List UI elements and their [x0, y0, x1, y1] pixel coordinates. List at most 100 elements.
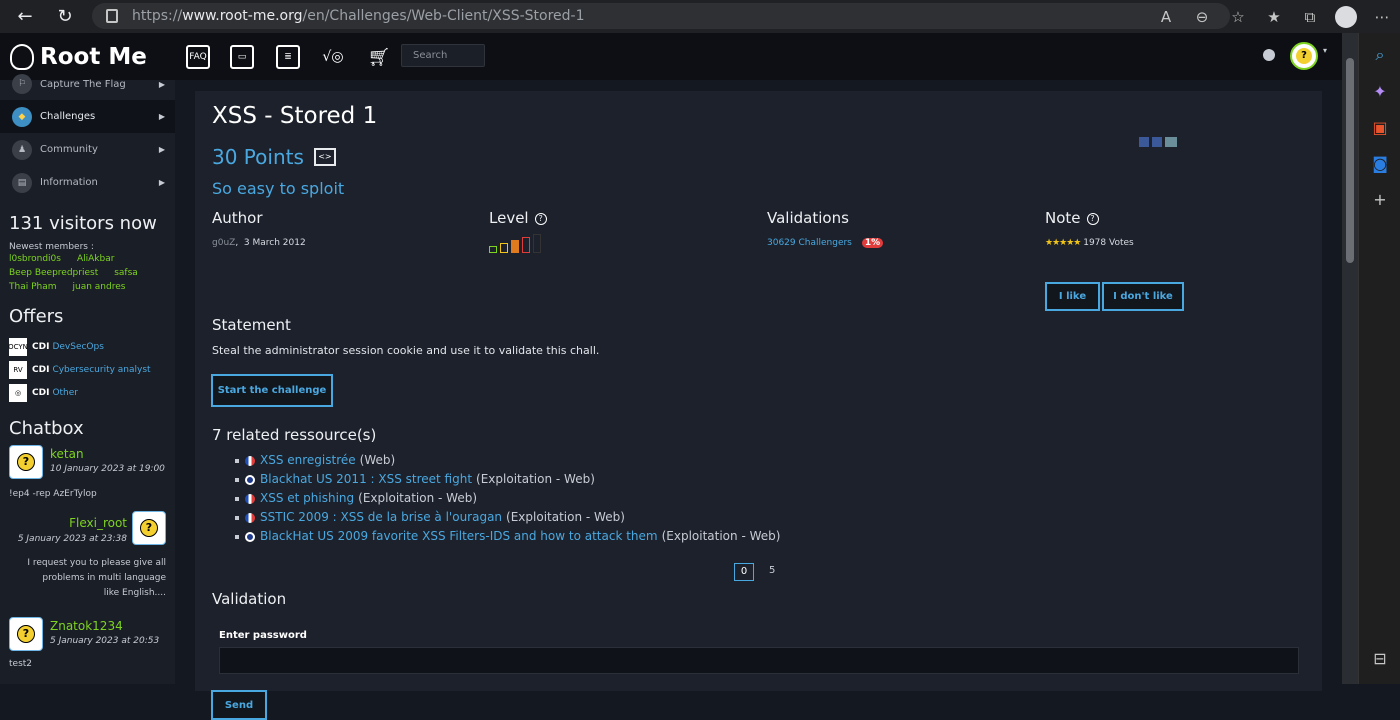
address-bar[interactable]: https://www.root-me.org/en/Challenges/We…	[92, 3, 1230, 29]
help-icon[interactable]: ?	[1086, 212, 1099, 225]
resource-link[interactable]: Blackhat US 2011 : XSS street fight	[260, 470, 472, 489]
sidebar-toggle-icon[interactable]: ⊟	[1359, 640, 1400, 676]
reload-icon[interactable]: ↻	[46, 0, 84, 33]
stats-icon[interactable]: √◎	[321, 45, 345, 69]
chat-author[interactable]: Znatok1234	[50, 619, 123, 633]
scrollbar[interactable]	[1342, 33, 1358, 684]
challenge-panel: XSS - Stored 1 30 Points <> So easy to sp…	[195, 91, 1322, 720]
language-icon[interactable]	[1263, 49, 1275, 61]
dislike-button[interactable]: I don't like	[1102, 282, 1184, 311]
page-title: XSS - Stored 1	[212, 103, 378, 129]
start-challenge-button[interactable]: Start the challenge	[211, 374, 333, 407]
chat-date: 5 January 2023 at 23:38	[17, 534, 127, 544]
copilot-icon[interactable]: ✦	[1359, 73, 1400, 109]
member-link[interactable]: AliAkbar	[77, 252, 114, 266]
resources-heading: 7 related ressource(s)	[212, 426, 377, 444]
sidebar-item-challenges[interactable]: ◆ Challenges ▶	[0, 100, 175, 133]
level-bar	[522, 237, 530, 253]
member-link[interactable]: safsa	[114, 266, 138, 280]
author-link[interactable]: g0uZ	[212, 238, 235, 248]
member-link[interactable]: Thai Pham	[9, 280, 57, 294]
office-icon[interactable]: ▣	[1359, 109, 1400, 145]
offer-type: CDI	[32, 341, 50, 352]
logo-text: Root Me	[40, 43, 147, 70]
page-link[interactable]: 5	[769, 565, 775, 576]
shop-cart-icon[interactable]: 🛒︎	[367, 45, 391, 69]
offer-item[interactable]: RV CDI Cybersecurity analyst	[0, 358, 175, 381]
password-input[interactable]	[219, 647, 1299, 674]
avatar[interactable]: ?	[9, 617, 43, 651]
challengers-link[interactable]: 30629 Challengers	[767, 238, 852, 248]
read-aloud-icon[interactable]: A	[1148, 0, 1184, 33]
validations-info: 30629 Challengers 1%	[767, 238, 884, 248]
scroll-thumb[interactable]	[1346, 58, 1354, 263]
offer-link[interactable]: DevSecOps	[52, 342, 103, 352]
chat-author[interactable]: ketan	[50, 447, 84, 461]
profile-icon[interactable]	[1328, 0, 1364, 33]
list-item: XSS et phishing (Exploitation - Web)	[235, 489, 780, 508]
site-logo[interactable]: Root Me	[0, 33, 175, 80]
challenge-subtitle: So easy to sploit	[212, 179, 345, 198]
votes-count: 1978 Votes	[1083, 238, 1134, 248]
resource-link[interactable]: XSS et phishing	[260, 489, 354, 508]
favorites-icon[interactable]: ★	[1256, 0, 1292, 33]
member-link[interactable]: Beep Beep	[9, 266, 58, 280]
avatar[interactable]: ?	[132, 511, 166, 545]
offer-link[interactable]: Other	[52, 388, 78, 398]
search-input[interactable]: Search	[401, 44, 485, 67]
sidebar-item-information[interactable]: ▤ Information ▶	[0, 166, 175, 199]
send-button[interactable]: Send	[211, 690, 267, 720]
faq-icon[interactable]: FAQ	[186, 45, 210, 69]
offer-link[interactable]: Cybersecurity analyst	[52, 365, 150, 375]
top-navigation: FAQ ▭ ≣ √◎ 🛒︎ Search ? ▾	[175, 33, 1342, 80]
resource-link[interactable]: XSS enregistrée	[260, 451, 356, 470]
level-indicator	[489, 234, 544, 253]
chevron-down-icon[interactable]: ▾	[1323, 46, 1327, 55]
add-favorite-icon[interactable]: ☆	[1220, 0, 1256, 33]
company-logo: OCYN	[8, 337, 28, 356]
resource-category: (Exploitation - Web)	[661, 529, 781, 543]
resource-link[interactable]: BlackHat US 2009 favorite XSS Filters-ID…	[260, 527, 658, 546]
site: Root Me ⚐ Capture The Flag ▶ ◆ Challenges ▶ …	[0, 33, 1342, 720]
level-bar	[533, 234, 541, 253]
validation-heading: Validation	[212, 590, 287, 608]
user-avatar[interactable]: ?	[1290, 42, 1318, 70]
linkedin-icon[interactable]	[1152, 137, 1162, 147]
resource-link[interactable]: SSTIC 2009 : XSS de la brise à l'ouragan	[260, 508, 502, 527]
computer-icon[interactable]: ▭	[230, 45, 254, 69]
zoom-icon[interactable]: ⊖	[1184, 0, 1220, 33]
url-path: /en/Challenges/Web-Client/XSS-Stored-1	[302, 8, 585, 24]
community-icon: ♟	[12, 139, 32, 160]
visitors-count: 131 visitors now	[9, 213, 157, 234]
more-icon[interactable]: ⋯	[1364, 0, 1400, 33]
chevron-right-icon: ▶	[158, 178, 165, 187]
help-icon[interactable]: ?	[534, 212, 547, 225]
outlook-icon[interactable]: ◙	[1359, 145, 1400, 181]
avatar[interactable]: ?	[9, 445, 43, 479]
facebook-icon[interactable]	[1139, 137, 1149, 147]
sidebar-item-community[interactable]: ♟ Community ▶	[0, 133, 175, 166]
share-buttons	[1139, 137, 1180, 147]
like-button[interactable]: I like	[1045, 282, 1100, 311]
lock-icon	[106, 9, 118, 23]
resource-category: (Web)	[359, 453, 396, 467]
level-bar	[489, 246, 497, 253]
member-link[interactable]: juan andres	[73, 280, 126, 294]
member-link[interactable]: redpriest	[58, 266, 98, 280]
sidebar-item-label: Community	[40, 144, 98, 155]
chat-message: ? ketan 10 January 2023 at 19:00 !ep4 -r…	[0, 445, 175, 511]
share-icon[interactable]	[1165, 137, 1177, 147]
add-icon[interactable]: +	[1359, 181, 1400, 217]
search-icon[interactable]: ⌕	[1359, 37, 1400, 73]
company-logo: ◎	[9, 383, 27, 402]
docs-icon[interactable]: ≣	[276, 45, 300, 69]
back-icon[interactable]: ←	[6, 0, 44, 33]
offer-item[interactable]: ◎ CDI Other	[0, 381, 175, 404]
chat-author[interactable]: Flexi_root	[69, 516, 127, 530]
sidebar-item-ctf[interactable]: ⚐ Capture The Flag ▶	[0, 74, 175, 94]
member-link[interactable]: l0sbrondi0s	[9, 252, 61, 266]
page-current[interactable]: 0	[734, 563, 754, 581]
collections-icon[interactable]: ⧉	[1292, 0, 1328, 33]
offer-item[interactable]: OCYN CDI DevSecOps	[0, 335, 175, 358]
offer-type: CDI	[32, 387, 50, 398]
